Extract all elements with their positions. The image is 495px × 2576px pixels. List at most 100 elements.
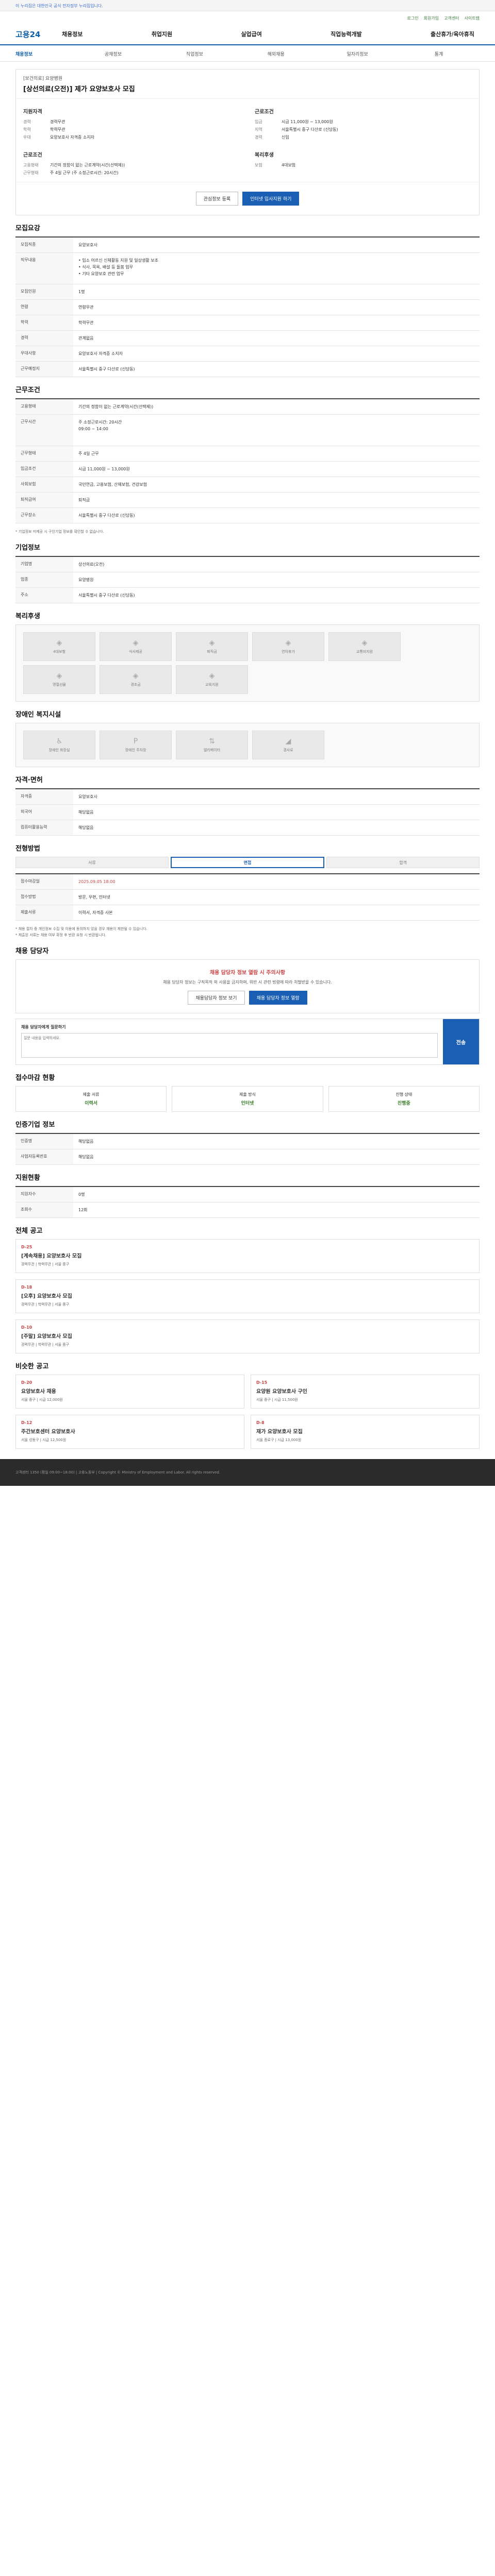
job-card[interactable]: D-18 [오후] 요양보호사 모집 경력무관 | 학력무관 | 서울 중구: [15, 1279, 480, 1313]
kv-val: 시급 11,000원 ~ 13,000원: [282, 120, 333, 124]
coin-icon: ◈: [209, 639, 215, 647]
row-head: 모집인원: [15, 284, 73, 299]
status-item: 제출 방식인터넷: [172, 1086, 323, 1112]
row-val: 해당없음: [78, 810, 94, 815]
local-nav: 채용정보 공채정보 직업정보 해외채용 일자리정보 통계: [0, 45, 495, 62]
help-link[interactable]: 고객센터: [444, 15, 459, 24]
row-head: 업종: [15, 572, 73, 587]
card-meta: 서울 중구 | 시급 12,000원: [21, 1398, 63, 1402]
lnb-item-1[interactable]: 공채정보: [73, 50, 154, 57]
contact-desc: 채용 담당자 정보는 구직목적 외 사용을 금지하며, 위반 시 관련 법령에 …: [163, 980, 332, 985]
row-head: 조회수: [15, 1202, 73, 1217]
card-title: [계속채용] 요양보호사 모집: [21, 1253, 82, 1259]
signup-link[interactable]: 회원가입: [424, 15, 439, 24]
status-value: 진행중: [397, 1101, 410, 1106]
row-head: 제출서류: [15, 905, 73, 920]
open-contact-button[interactable]: 채용 담당자 정보 열람: [249, 991, 307, 1005]
work-note: * 기업정보 미제공 시 구인기업 정보를 확인할 수 없습니다.: [15, 530, 104, 534]
welfare-label: 식사제공: [129, 650, 142, 654]
login-link[interactable]: 로그인: [407, 15, 419, 24]
section-title-facility: 장애인 복지시설: [15, 711, 61, 719]
lnb-item-4[interactable]: 일자리정보: [317, 50, 398, 57]
row-head: 근무예정지: [15, 362, 73, 377]
row-val: 해당없음: [78, 825, 94, 830]
question-input[interactable]: [21, 1033, 438, 1058]
kv-key: 임금: [255, 120, 262, 124]
section-title-similar: 비슷한 공고: [15, 1363, 49, 1370]
deadline: D-8: [256, 1420, 265, 1425]
row-val: 0명: [78, 1192, 85, 1197]
row-head: 접수방법: [15, 890, 73, 905]
kv-val: 4대보험: [282, 163, 296, 167]
welfare-item: ◈ 교육지원: [176, 665, 248, 694]
gnb-item-training[interactable]: 직업능력개발: [331, 30, 362, 38]
kv-val: 신입: [282, 135, 289, 140]
like-button[interactable]: 관심정보 등록: [195, 192, 239, 206]
kv-key: 지역: [255, 127, 262, 132]
status-item: 제출 서류 이력서: [15, 1086, 167, 1112]
sitemap-link[interactable]: 사이트맵: [465, 15, 480, 24]
lnb-item-2[interactable]: 직업정보: [154, 50, 235, 57]
welfare-label: 연차휴가: [282, 650, 295, 654]
row-head: 임금조건: [15, 462, 73, 477]
welfare-label: 퇴직금: [207, 650, 217, 654]
kv-key: 고용형태: [23, 163, 39, 167]
row-val: • 입소 어르신 신체활동 지원 및 일상생활 보조 • 식사, 목욕, 배설 …: [78, 258, 158, 276]
card-title: 요양보호사 채용: [21, 1389, 56, 1395]
status-value: 인터넷: [241, 1101, 254, 1106]
row-head: 퇴직급여: [15, 493, 73, 507]
welfare-item: ◈ 명절선물: [23, 665, 95, 694]
section-title-welfare: 복리후생: [15, 613, 40, 620]
row-val: 해당없음: [78, 1139, 94, 1144]
row-val: 주 소정근로시간: 20시간 09:00 ~ 14:00: [78, 420, 122, 431]
card-meta: 경력무관 | 학력무관 | 서울 중구: [21, 1302, 70, 1307]
cert-table: 인증명 해당없음 사업자등록번호 해당없음: [15, 1133, 480, 1165]
view-contact-button[interactable]: 채용담당자 정보 보기: [188, 991, 245, 1005]
site-logo[interactable]: 고용24: [15, 29, 62, 40]
gift-icon: ◈: [56, 672, 62, 680]
kv-val: 기간의 정함이 없는 근로계약(시간(선택제)): [50, 163, 125, 167]
kv-key: 경력: [255, 135, 262, 140]
facility-label: 장애인 화장실: [48, 748, 70, 752]
row-val: 12회: [78, 1208, 88, 1212]
apply-button[interactable]: 인터넷 입사지원 하기: [242, 192, 300, 206]
similar-card[interactable]: D-8 재가 요양보호사 모집 서울 종로구 | 시급 13,000원: [251, 1415, 480, 1449]
row-val: 요양보호사: [78, 243, 97, 247]
lnb-item-3[interactable]: 해외채용: [235, 50, 317, 57]
section-title-contact: 채용 담당자: [15, 947, 49, 955]
similar-card[interactable]: D-12 주간보호센터 요양보호사 서울 성동구 | 시급 12,500원: [15, 1415, 244, 1449]
kv-val: 서울특별시 중구 다산로 (신당동): [282, 127, 338, 132]
welfare-label: 교통비지원: [356, 650, 373, 654]
contact-box: 채용 담당자 정보 열람 시 주의사항 채용 담당자 정보는 구직목적 외 사용…: [15, 959, 480, 1013]
company-name: [보건의료] 요양병원: [23, 76, 63, 81]
cond2-heading: 근로조건: [255, 109, 274, 115]
gnb-item-unemp[interactable]: 실업급여: [241, 30, 261, 38]
section-title-all-jobs: 전체 공고: [15, 1227, 43, 1235]
row-head: 근무장소: [15, 508, 73, 523]
row-head: 학력: [15, 315, 73, 330]
lnb-item-5[interactable]: 통계: [398, 50, 480, 57]
job-card[interactable]: D-25 [계속채용] 요양보호사 모집 경력무관 | 학력무관 | 서울 중구: [15, 1239, 480, 1273]
calendar-icon: ◈: [285, 639, 291, 647]
status-label: 제출 방식: [239, 1092, 256, 1097]
gnb-item-jobs[interactable]: 채용정보: [62, 30, 82, 38]
footer-text: 고객센터 1350 (평일 09:00~18:00) | 고용노동부 | Cop…: [15, 1470, 221, 1475]
row-head: 모집직종: [15, 238, 73, 252]
welfare-item: ◈ 교통비지원: [328, 632, 401, 661]
gnb-item-leave[interactable]: 출산휴가/육아휴직: [431, 30, 474, 38]
job-card[interactable]: D-10 [주말] 요양보호사 모집 경력무관 | 학력무관 | 서울 중구: [15, 1319, 480, 1353]
similar-card[interactable]: D-20 요양보호사 채용 서울 중구 | 시급 12,000원: [15, 1375, 244, 1409]
lnb-item-0[interactable]: 채용정보: [15, 50, 73, 57]
card-title: [주말] 요양보호사 모집: [21, 1334, 72, 1340]
kv-key: 우대: [23, 135, 31, 140]
similar-card[interactable]: D-15 요양원 요양보호사 구인 서울 중구 | 시급 11,500원: [251, 1375, 480, 1409]
row-val: 시급 11,000원 ~ 13,000원: [78, 467, 130, 471]
card-meta: 서울 종로구 | 시급 13,000원: [256, 1438, 302, 1442]
send-button[interactable]: 전송: [443, 1019, 479, 1064]
facility-label: 장애인 주차장: [125, 748, 146, 752]
gnb-item-support[interactable]: 취업지원: [152, 30, 172, 38]
section-title-recruit: 모집요강: [15, 225, 40, 232]
row-head: 사업자등록번호: [15, 1149, 73, 1164]
section-title-apply-status: 지원현황: [15, 1174, 40, 1182]
cond-heading: 근로조건: [23, 152, 42, 158]
